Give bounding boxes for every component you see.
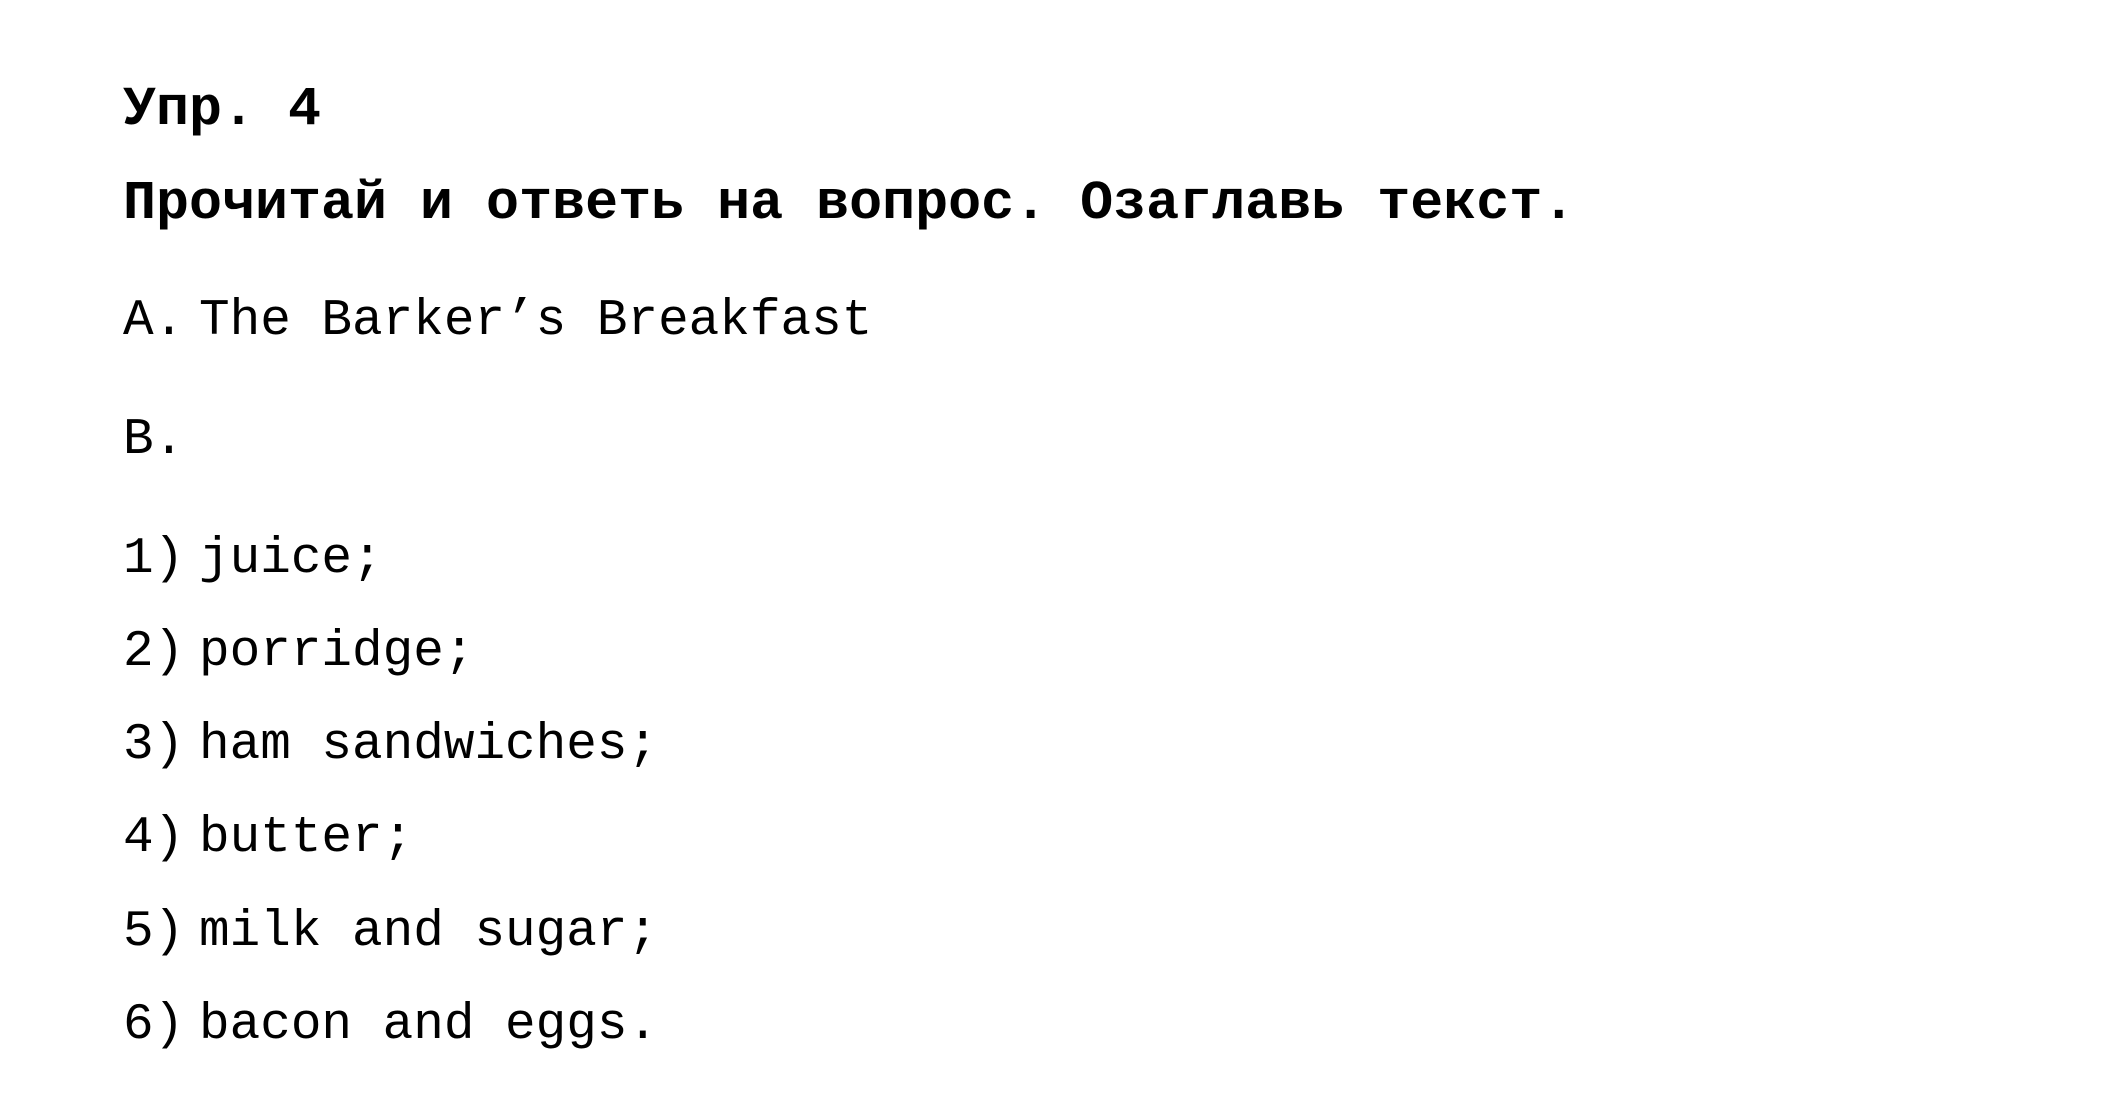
- list-item-text: milk and sugar;: [199, 904, 659, 961]
- list-item: 5) milk and sugar;: [123, 907, 658, 958]
- list-item-text: ham sandwiches;: [199, 717, 659, 774]
- section-a: A. The Barker’s Breakfast: [123, 296, 872, 347]
- list-item-text: bacon and eggs.: [199, 997, 659, 1054]
- list-item: 2) porridge;: [123, 627, 474, 678]
- list-item-number: 3): [123, 717, 185, 774]
- exercise-title: Упр. 4: [123, 78, 322, 141]
- list-item: 3) ham sandwiches;: [123, 720, 658, 771]
- list-item-number: 6): [123, 997, 185, 1054]
- exercise-instruction: Прочитай и ответь на вопрос. Озаглавь те…: [123, 172, 1576, 235]
- list-item-text: juice;: [199, 531, 383, 588]
- list-item: 6) bacon and eggs.: [123, 1000, 658, 1051]
- list-item-number: 2): [123, 624, 185, 681]
- list-item: 1) juice;: [123, 534, 383, 585]
- section-a-label: A.: [123, 293, 185, 350]
- section-b-label: B.: [123, 412, 185, 469]
- section-a-text: The Barker’s Breakfast: [199, 293, 873, 350]
- list-item-text: butter;: [199, 810, 414, 867]
- list-item-text: porridge;: [199, 624, 475, 681]
- list-item-number: 4): [123, 810, 185, 867]
- list-item: 4) butter;: [123, 813, 413, 864]
- list-item-number: 5): [123, 904, 185, 961]
- list-item-number: 1): [123, 531, 185, 588]
- section-b: B.: [123, 415, 199, 466]
